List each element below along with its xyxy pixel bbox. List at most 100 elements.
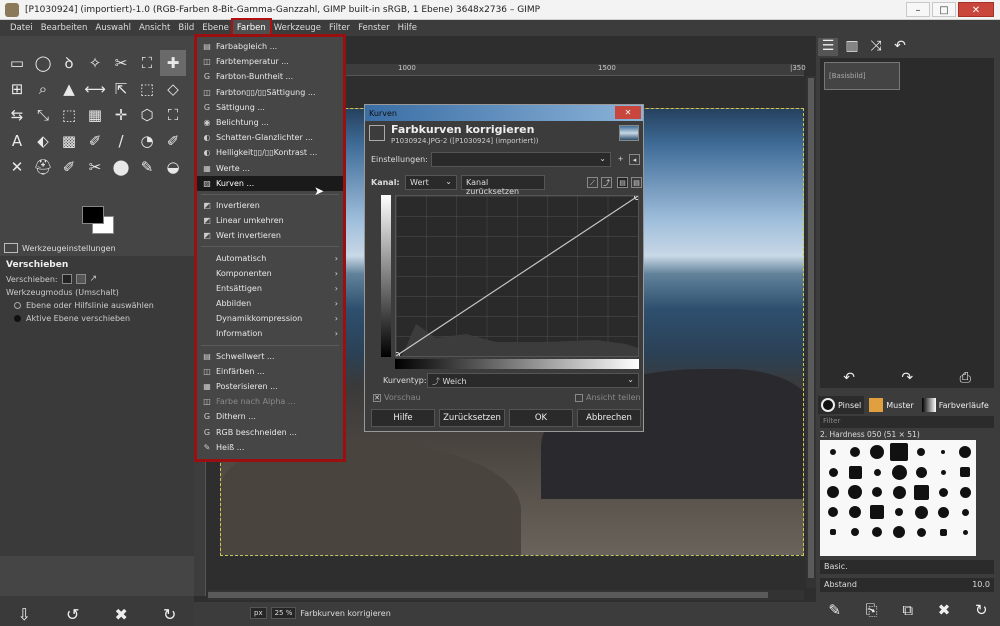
undo-history-tab-icon[interactable]: ↶ — [890, 38, 910, 56]
colors-menu-item[interactable]: Information › — [197, 326, 343, 341]
brush-item[interactable] — [844, 442, 866, 462]
tool-icon[interactable]: ✧ — [82, 50, 108, 76]
colors-menu-item[interactable]: G Sättigung ... — [197, 100, 343, 115]
brush-item[interactable] — [844, 522, 866, 542]
reset-channel-button[interactable]: Kanal zurücksetzen — [461, 175, 545, 196]
tool-icon[interactable]: ✐ — [56, 154, 82, 180]
preset-menu-icon[interactable]: ◂ — [629, 154, 640, 165]
brush-item[interactable] — [822, 462, 844, 482]
brush-item[interactable] — [888, 462, 910, 482]
menu-ansicht[interactable]: Ansicht — [135, 20, 174, 36]
colors-menu-item[interactable]: ◫ Farbtemperatur ... — [197, 54, 343, 69]
foreground-color[interactable] — [82, 206, 104, 224]
brush-item[interactable] — [954, 442, 976, 462]
tool-icon[interactable]: ⛶ — [160, 102, 186, 128]
linear-histogram-icon[interactable]: ⟋ — [587, 177, 598, 188]
tool-icon[interactable]: ◔ — [134, 128, 160, 154]
brush-item[interactable] — [866, 442, 888, 462]
brush-item[interactable] — [822, 522, 844, 542]
redo-icon[interactable]: ↷ — [901, 370, 913, 392]
tool-icon[interactable]: ⬚ — [134, 76, 160, 102]
new-brush-icon[interactable]: ⎘ — [866, 601, 878, 619]
colors-menu-item[interactable]: ✎ Heiß ... — [197, 440, 343, 455]
maximize-button[interactable]: □ — [932, 2, 956, 17]
colors-menu-item[interactable]: ◩ Wert invertieren — [197, 228, 343, 243]
brush-item[interactable] — [954, 462, 976, 482]
brush-item[interactable] — [932, 482, 954, 502]
brush-item[interactable] — [866, 502, 888, 522]
horizontal-scrollbar[interactable] — [208, 590, 804, 600]
option-move-active[interactable]: Aktive Ebene verschieben — [6, 314, 188, 323]
colors-menu-item[interactable]: ◩ Linear umkehren — [197, 213, 343, 228]
brush-item[interactable] — [910, 462, 932, 482]
vscroll-thumb[interactable] — [808, 78, 814, 578]
tool-icon[interactable]: ⇆ — [4, 102, 30, 128]
tool-icon[interactable]: ✛ — [108, 102, 134, 128]
brush-set-select[interactable]: Basic. — [820, 560, 994, 574]
tool-icon[interactable]: ⬖ — [30, 128, 56, 154]
tool-icon[interactable]: ⛶ — [134, 50, 160, 76]
colors-menu-item[interactable]: ◫ Farbton▯▯/▯▯Sättigung ... — [197, 85, 343, 100]
colors-menu-item[interactable]: Komponenten › — [197, 266, 343, 281]
tool-icon[interactable]: / — [108, 128, 134, 154]
tab-patterns[interactable]: Muster — [866, 396, 917, 414]
split-view-checkbox[interactable]: Ansicht teilen — [575, 393, 641, 402]
curve-editor[interactable] — [394, 194, 640, 358]
radio-move-active[interactable] — [14, 315, 21, 322]
brush-item[interactable] — [932, 502, 954, 522]
reset-button[interactable]: Zurücksetzen — [439, 409, 505, 427]
minimize-button[interactable]: – — [906, 2, 930, 17]
brush-filter-input[interactable]: Filter — [820, 416, 994, 428]
tool-icon[interactable]: ▦ — [82, 102, 108, 128]
tool-icon[interactable]: ✚ — [160, 50, 186, 76]
log-histogram-icon[interactable]: ⤴ — [601, 177, 612, 188]
menu-fenster[interactable]: Fenster — [354, 20, 394, 36]
tool-icon[interactable]: ✂ — [82, 154, 108, 180]
tool-icon[interactable]: ✕ — [4, 154, 30, 180]
refresh-brushes-icon[interactable]: ↻ — [975, 601, 988, 619]
hscroll-thumb[interactable] — [208, 592, 768, 598]
tool-icon[interactable]: A — [4, 128, 30, 154]
help-button[interactable]: Hilfe — [371, 409, 435, 427]
brush-item[interactable] — [954, 502, 976, 522]
cancel-button[interactable]: Abbrechen — [577, 409, 641, 427]
tool-icon[interactable]: ⬡ — [134, 102, 160, 128]
colors-menu-item[interactable]: Dynamikkompression › — [197, 311, 343, 326]
unit-select[interactable]: px — [250, 607, 267, 619]
delete-preset-icon[interactable]: ✖ — [115, 605, 128, 624]
colors-menu-item[interactable]: ◐ Helligkeit▯▯/▯▯Kontrast ... — [197, 145, 343, 160]
save-preset-icon[interactable]: ⇩ — [18, 605, 31, 624]
tool-icon[interactable]: ▩ — [56, 128, 82, 154]
add-preset-icon[interactable]: + — [615, 154, 626, 165]
brush-item[interactable] — [844, 482, 866, 502]
tool-icon[interactable]: ⬤ — [108, 154, 134, 180]
layer-mode-icon[interactable] — [61, 274, 72, 284]
colors-menu-item[interactable]: ▦ Werte ... — [197, 161, 343, 176]
tool-icon[interactable]: ⛑ — [30, 154, 56, 180]
colors-menu-item[interactable]: ▦ Posterisieren ... — [197, 379, 343, 394]
ok-button[interactable]: OK — [509, 409, 573, 427]
channel-combo[interactable]: Wert ⌄ — [405, 175, 457, 190]
colors-menu-item[interactable]: ◉ Belichtung ... — [197, 115, 343, 130]
brush-item[interactable] — [932, 462, 954, 482]
curve-graph[interactable] — [394, 194, 640, 358]
split-view-box[interactable] — [575, 393, 583, 402]
tool-icon[interactable]: ⤡ — [30, 102, 56, 128]
tool-icon[interactable]: ⌕ — [30, 76, 56, 102]
vertical-scrollbar[interactable] — [806, 76, 816, 588]
settings-combo[interactable]: ⌄ — [431, 152, 611, 167]
colors-menu-item[interactable]: ▤ Schwellwert ... — [197, 349, 343, 364]
paths-tab-icon[interactable]: ⤨ — [866, 38, 886, 56]
colors-menu-item[interactable]: Abbilden › — [197, 296, 343, 311]
colors-menu-item[interactable]: ◐ Schatten-Glanzlichter ... — [197, 130, 343, 145]
brush-item[interactable] — [910, 522, 932, 542]
dialog-close-button[interactable]: ✕ — [615, 106, 641, 119]
tool-icon[interactable]: ✐ — [160, 128, 186, 154]
menu-icon[interactable]: ▤ — [617, 177, 628, 188]
brush-item[interactable] — [844, 462, 866, 482]
colors-menu-item[interactable]: Entsättigen › — [197, 281, 343, 296]
delete-brush-icon[interactable]: ✖ — [938, 601, 951, 619]
tab-gradients[interactable]: Farbverläufe — [919, 396, 992, 414]
brush-grid[interactable] — [820, 440, 976, 556]
colors-menu-item[interactable]: G Farbton-Buntheit ... — [197, 69, 343, 84]
